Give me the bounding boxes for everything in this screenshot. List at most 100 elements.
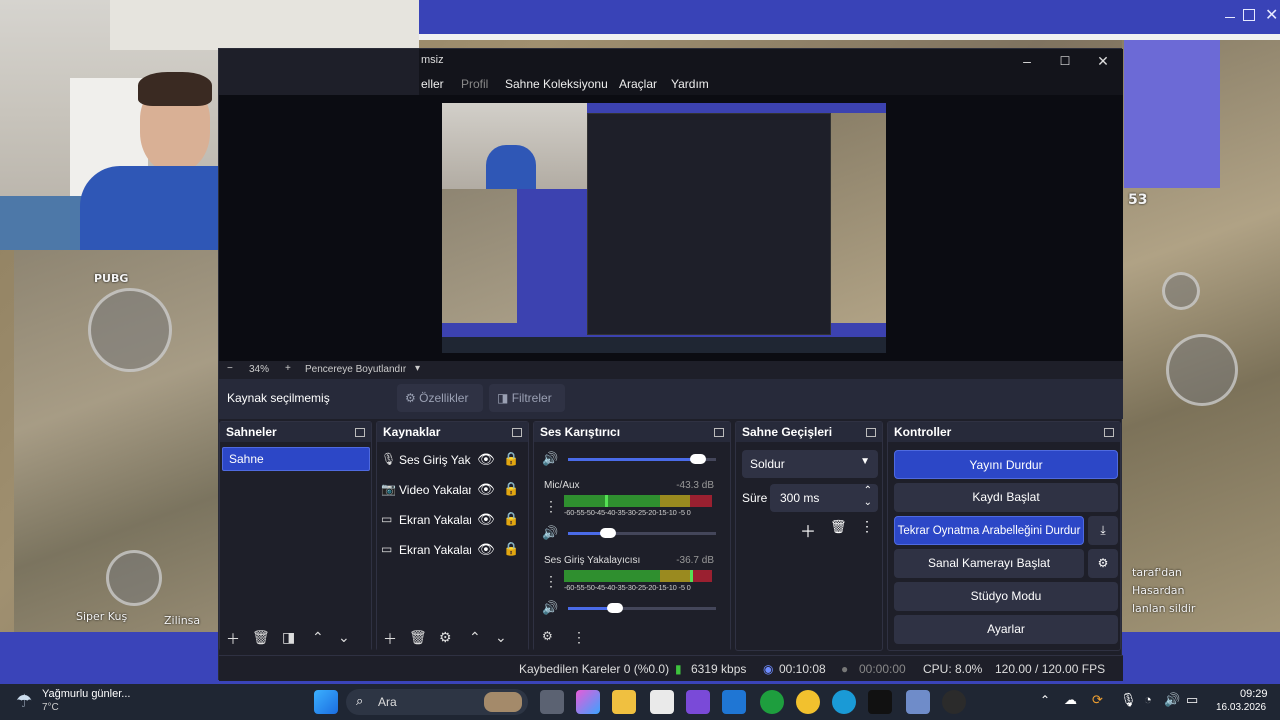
lock-icon[interactable]: 🔒 xyxy=(503,481,519,497)
studio-mode-button[interactable]: Stüdyo Modu xyxy=(894,582,1118,611)
punch-button-icon xyxy=(88,288,172,372)
edge-icon[interactable] xyxy=(832,690,856,714)
close-button[interactable]: ✕ xyxy=(1093,51,1113,71)
menu-help[interactable]: Yardım xyxy=(671,77,709,91)
start-virtual-camera-button[interactable]: Sanal Kamerayı Başlat xyxy=(894,549,1084,578)
store-icon[interactable] xyxy=(650,690,674,714)
speaker-icon[interactable]: 🔊 xyxy=(542,600,558,616)
sources-dock: Kaynaklar 🎙 Ses Giriş Yakalayıcısı 👁 🔒 📷… xyxy=(376,421,529,651)
move-down-icon[interactable]: ⌄ xyxy=(495,629,507,646)
source-item[interactable]: ▭ Ekran Yakalama 2 👁 🔒 xyxy=(377,540,527,562)
add-icon[interactable]: ＋ xyxy=(226,629,240,649)
volume-slider[interactable]: 🔊 xyxy=(542,525,722,542)
obs-icon[interactable] xyxy=(942,690,966,714)
zoom-dropdown[interactable]: ▾ xyxy=(415,363,420,374)
task-view-icon[interactable] xyxy=(540,690,564,714)
gear-icon[interactable]: ⚙ xyxy=(439,629,452,646)
cloud-icon[interactable]: ☁ xyxy=(1064,692,1077,708)
filter-icon[interactable]: ◨ xyxy=(282,629,295,646)
volume-slider[interactable]: 🔊 xyxy=(542,600,722,617)
chrome-icon[interactable] xyxy=(796,690,820,714)
app-icon-purple[interactable] xyxy=(686,690,710,714)
duration-input[interactable]: 300 ms ⌃ ⌄ xyxy=(770,484,878,512)
more-icon[interactable]: ⋮ xyxy=(544,573,558,590)
battery-icon[interactable]: ▭ xyxy=(1186,692,1198,708)
preview-area[interactable] xyxy=(219,95,1123,361)
stepper-up-icon[interactable]: ⌃ xyxy=(864,485,872,496)
volume-icon[interactable]: 🔊 xyxy=(1164,692,1180,708)
sync-icon[interactable]: ⟳ xyxy=(1092,692,1103,708)
chevron-up-icon[interactable]: ⌃ xyxy=(1040,693,1050,707)
eye-icon[interactable]: 👁 xyxy=(477,481,495,498)
more-icon[interactable]: ⋮ xyxy=(860,518,874,535)
weather-icon[interactable]: ☂ xyxy=(16,691,32,712)
save-replay-button[interactable]: ⤓ xyxy=(1088,516,1118,545)
eye-icon[interactable]: 👁 xyxy=(477,451,495,468)
menu-profile[interactable]: Profil xyxy=(461,77,488,91)
eye-icon[interactable]: 👁 xyxy=(477,511,495,528)
lock-icon[interactable]: 🔒 xyxy=(503,451,519,467)
copilot-icon[interactable] xyxy=(576,690,600,714)
clock-date[interactable]: 16.03.2026 xyxy=(1216,702,1266,713)
search-box[interactable]: ⌕ Ara xyxy=(346,689,528,715)
menu-scenes[interactable]: eller xyxy=(421,77,444,91)
fit-to-window[interactable]: Pencereye Boyutlandır xyxy=(305,364,406,375)
volume-knob[interactable] xyxy=(607,603,624,613)
undock-icon[interactable] xyxy=(355,428,365,437)
source-item[interactable]: 📷 Video Yakalama Aygıtı 👁 🔒 xyxy=(377,480,527,502)
file-explorer-icon[interactable] xyxy=(612,690,636,714)
start-record-button[interactable]: Kaydı Başlat xyxy=(894,483,1118,512)
trash-icon[interactable]: 🗑 xyxy=(830,519,847,535)
undock-icon[interactable] xyxy=(714,428,724,437)
clock-time[interactable]: 09:29 xyxy=(1240,688,1268,700)
undock-icon[interactable] xyxy=(1104,428,1114,437)
zoom-in-button[interactable]: + xyxy=(285,363,291,374)
add-icon[interactable]: ＋ xyxy=(800,518,816,542)
undock-icon[interactable] xyxy=(866,428,876,437)
trash-icon[interactable]: 🗑 xyxy=(252,629,270,646)
move-up-icon[interactable]: ⌃ xyxy=(469,629,481,646)
tiktok-icon[interactable] xyxy=(868,690,892,714)
stop-replay-buffer-button[interactable]: Tekrar Oynatma Arabelleğini Durdur xyxy=(894,516,1084,545)
mic-icon[interactable]: 🎙 xyxy=(1120,692,1137,708)
virtual-camera-settings-button[interactable]: ⚙ xyxy=(1088,549,1118,578)
undock-icon[interactable] xyxy=(512,428,522,437)
source-item[interactable]: 🎙 Ses Giriş Yakalayıcısı 👁 🔒 xyxy=(377,450,527,472)
speaker-icon[interactable]: 🔊 xyxy=(542,451,558,467)
speaker-icon[interactable]: 🔊 xyxy=(542,525,558,541)
outlook-icon[interactable] xyxy=(722,690,746,714)
transition-select[interactable]: Soldur ▼ xyxy=(742,450,878,478)
settings-button[interactable]: Ayarlar xyxy=(894,615,1118,644)
wifi-icon[interactable]: ◔ xyxy=(1144,692,1152,707)
stepper-down-icon[interactable]: ⌄ xyxy=(864,497,872,508)
preview-canvas[interactable] xyxy=(442,103,886,353)
move-up-icon[interactable]: ⌃ xyxy=(312,629,324,646)
advanced-audio-icon[interactable]: ⚙ xyxy=(542,629,553,643)
more-icon[interactable]: ⋮ xyxy=(572,629,586,646)
weather-title[interactable]: Yağmurlu günler... xyxy=(42,688,130,700)
scene-item[interactable]: Sahne xyxy=(222,447,370,471)
add-icon[interactable]: ＋ xyxy=(383,629,397,649)
trash-icon[interactable]: 🗑 xyxy=(409,629,427,646)
xbox-icon[interactable] xyxy=(760,690,784,714)
minimize-button[interactable]: – xyxy=(1017,51,1037,71)
more-icon[interactable]: ⋮ xyxy=(544,498,558,515)
lock-icon[interactable]: 🔒 xyxy=(503,511,519,527)
zoom-out-button[interactable]: − xyxy=(227,363,233,374)
menu-tools[interactable]: Araçlar xyxy=(619,77,657,91)
lock-icon[interactable]: 🔒 xyxy=(503,541,519,557)
volume-knob[interactable] xyxy=(599,528,616,538)
app-icon-blue[interactable] xyxy=(906,690,930,714)
menu-scene-collection[interactable]: Sahne Koleksiyonu xyxy=(505,77,608,91)
source-item[interactable]: ▭ Ekran Yakalama 👁 🔒 xyxy=(377,510,527,532)
eye-icon[interactable]: 👁 xyxy=(477,541,495,558)
properties-button[interactable]: ⚙ Özellikler xyxy=(397,384,483,412)
start-icon[interactable] xyxy=(314,690,338,714)
volume-slider[interactable]: 🔊 xyxy=(542,451,722,468)
stop-stream-button[interactable]: Yayını Durdur xyxy=(894,450,1118,479)
move-down-icon[interactable]: ⌄ xyxy=(338,629,350,646)
volume-knob[interactable] xyxy=(690,454,707,464)
filters-button[interactable]: ◨ Filtreler xyxy=(489,384,565,412)
maximize-button[interactable]: ☐ xyxy=(1055,51,1075,71)
bottom-left-label-2: Zilinsa xyxy=(164,614,201,627)
